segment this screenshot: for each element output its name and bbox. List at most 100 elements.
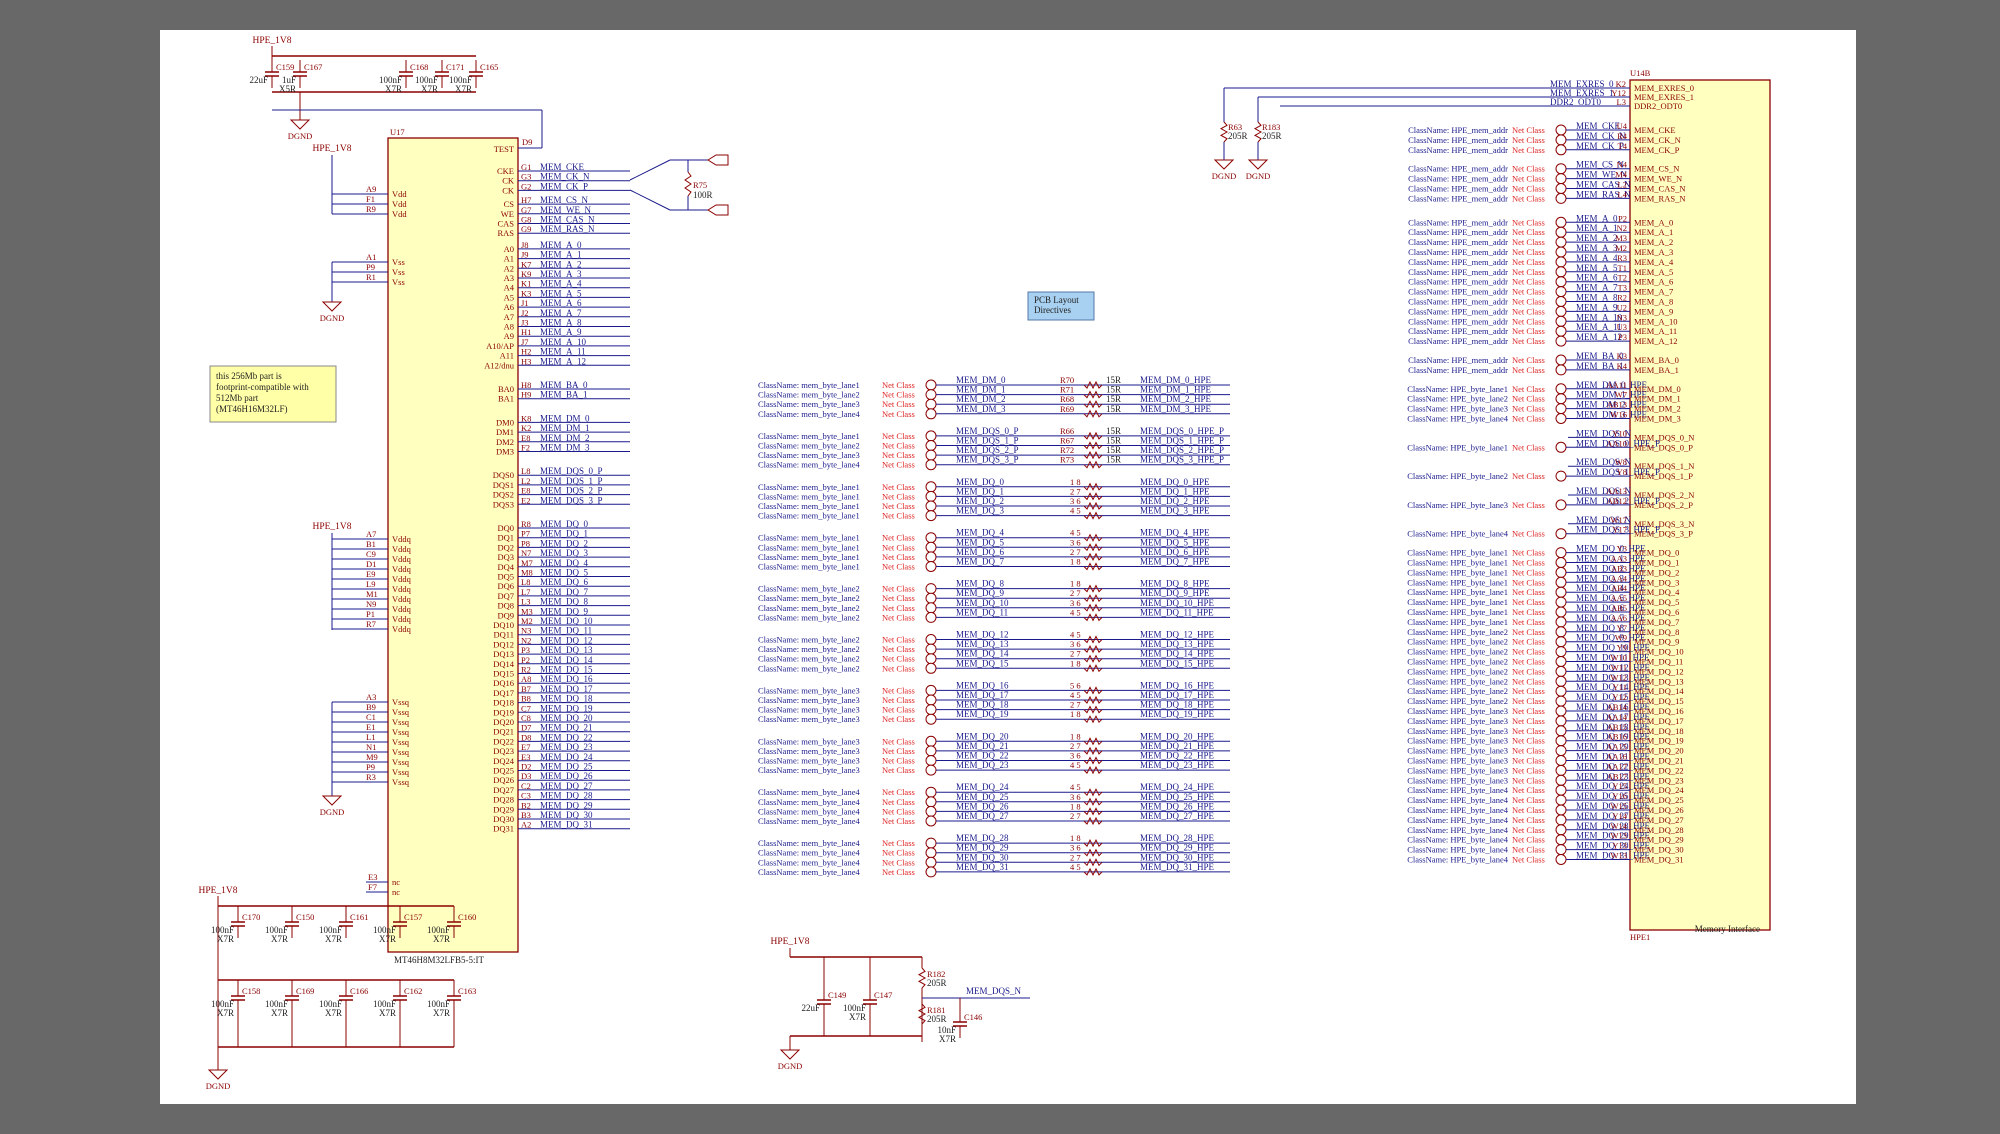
u14b-func: MEM_BA_1 <box>1634 365 1679 375</box>
u14b-net: MEM_A_9 <box>1576 302 1618 312</box>
mid-source-net: MEM_DQ_26 <box>956 801 1009 811</box>
u14b-func: MEM_A_4 <box>1634 257 1674 267</box>
u17-right-func: DQ0 <box>497 523 514 533</box>
u14b-net-class-flag <box>1555 305 1567 317</box>
u17-vssq-ball: C1 <box>366 712 376 722</box>
u17-right-func: CS <box>504 199 515 209</box>
u17-designator: U17 <box>390 127 405 137</box>
hpe-1v8-vdd-label: HPE_1V8 <box>312 144 351 154</box>
u17-right-func: DM3 <box>496 447 514 457</box>
mid-rn-pins: 1 8 <box>1070 801 1081 811</box>
mid-dest-net: MEM_DQ_30_HPE <box>1140 852 1215 862</box>
u17-nc-func: nc <box>392 887 400 897</box>
hpe-1v8-bot-label: HPE_1V8 <box>198 886 237 896</box>
top-cap-1-dielectric: X5R <box>279 84 296 94</box>
u14b-ball: AA17 <box>1606 761 1627 771</box>
u14b-net-class-flag <box>1555 266 1567 278</box>
u17-right-ball: L8 <box>521 577 530 587</box>
u14b-func: MEM_A_12 <box>1634 336 1677 346</box>
mid-dest-net: MEM_DQS_1_HPE_P <box>1140 436 1224 446</box>
u17-right-net: MEM_A_0 <box>540 240 582 250</box>
u17-right-net: MEM_A_1 <box>540 250 582 260</box>
mid-dest-net: MEM_DQ_13_HPE <box>1140 639 1215 649</box>
u14b-class-name: ClassName: HPE_mem_addr <box>1408 193 1508 203</box>
mid-source-net: MEM_DQS_3_P <box>956 455 1019 465</box>
mid-class-name: ClassName: mem_byte_lane4 <box>758 816 860 826</box>
u17-right-net: MEM_DQ_0 <box>540 519 589 529</box>
u17-right-func: BA0 <box>498 384 514 394</box>
u17-right-ball: N2 <box>521 635 531 645</box>
mid-dest-net: MEM_DQ_10_HPE <box>1140 598 1215 608</box>
u14b-ball: P3 <box>1618 332 1627 342</box>
u17-right-net: MEM_DQ_29 <box>540 800 593 810</box>
u17-nc-func: nc <box>392 877 400 887</box>
u14b-class-name: ClassName: HPE_byte_lane2 <box>1407 627 1508 637</box>
mid-rn-pins: 3 6 <box>1070 751 1081 761</box>
mid-net-class: Net Class <box>882 584 915 594</box>
u17-vssq-func: Vssq <box>392 777 410 787</box>
u14b-exres-ball: L3 <box>1617 97 1626 107</box>
mid-res-ref: R73 <box>1060 455 1074 465</box>
u17-right-func: CK <box>502 176 515 186</box>
u14b-exres-func: DDR2_ODT0 <box>1634 101 1682 111</box>
mid-dest-net: MEM_DQ_17_HPE <box>1140 690 1215 700</box>
u14b-net-class: Net Class <box>1512 607 1545 617</box>
u14b-func: MEM_A_6 <box>1634 277 1673 287</box>
mid-class-name: ClassName: mem_byte_lane4 <box>758 848 860 858</box>
u14b-func: MEM_CAS_N <box>1634 184 1685 194</box>
mid-dest-net: MEM_DQ_14_HPE <box>1140 649 1215 659</box>
r75-value: 100R <box>693 190 713 200</box>
mid-net-class: Net Class <box>882 797 915 807</box>
u14b-net-class: Net Class <box>1512 145 1545 155</box>
u14b-ball: T4 <box>1618 141 1628 151</box>
mid-source-net: MEM_DQ_13 <box>956 639 1009 649</box>
u17-right-func: DQ24 <box>493 756 515 766</box>
u14b-ball: Y7 <box>1617 623 1627 633</box>
mid-source-net: MEM_DQ_23 <box>956 760 1009 770</box>
u17-vssq-func: Vssq <box>392 707 410 717</box>
u17-right-func: CKE <box>497 166 514 176</box>
top-cap-0-value: 22uF <box>249 75 268 85</box>
bot-row1-cap-4-dielectric: X7R <box>433 934 450 944</box>
u14b-net-class: Net Class <box>1512 174 1545 184</box>
mid-net-class-flag <box>925 796 937 808</box>
u14b-func: MEM_CS_N <box>1634 164 1679 174</box>
u14b-ball: M2 <box>1615 243 1627 253</box>
u14b-class-name: ClassName: HPE_mem_addr <box>1408 287 1508 297</box>
u17-right-ball: E3 <box>521 752 530 762</box>
u14b-net-class: Net Class <box>1512 404 1545 414</box>
c146-ref: C146 <box>964 1012 982 1022</box>
mid-source-net: MEM_DQ_18 <box>956 700 1009 710</box>
u14b-func: MEM_WE_N <box>1634 174 1682 184</box>
mid-net-class-flag <box>925 805 937 817</box>
u14b-ball: AA16 <box>1606 752 1627 762</box>
u17-right-func: A12/dnu <box>484 360 515 370</box>
bot-row2-cap-3-ref: C162 <box>404 986 422 996</box>
mid-source-net: MEM_DQ_7 <box>956 557 1005 567</box>
u17-right-net: MEM_DQ_4 <box>540 558 589 568</box>
top-cap-4-dielectric: X7R <box>455 84 472 94</box>
u14b-net-class-flag <box>1555 596 1567 608</box>
u14b-net-class-flag <box>1555 646 1567 658</box>
u14b-ball: N2 <box>1617 223 1627 233</box>
u17-right-net: MEM_A_4 <box>540 279 582 289</box>
u17-vddq-ball: P1 <box>366 609 375 619</box>
u14b-class-name: ClassName: HPE_byte_lane3 <box>1407 746 1508 756</box>
u14b-ball: N3 <box>1617 312 1627 322</box>
mid-class-name: ClassName: mem_byte_lane2 <box>758 593 860 603</box>
mid-rn-pins: 1 8 <box>1070 579 1081 589</box>
mid-rn-pins: 3 6 <box>1070 792 1081 802</box>
u17-vssq-ball: E1 <box>366 722 375 732</box>
mid-source-net: MEM_DQ_31 <box>956 862 1009 872</box>
mid-source-net: MEM_DQ_29 <box>956 843 1009 853</box>
u14b-class-name: ClassName: HPE_byte_lane1 <box>1407 587 1508 597</box>
u14b-net-class-flag <box>1555 315 1567 327</box>
u17-test-func: TEST <box>494 144 515 154</box>
u14b-class-name: ClassName: HPE_byte_lane3 <box>1407 736 1508 746</box>
u14b-net: MEM_A_4 <box>1576 253 1618 263</box>
u17-right-func: DQ2 <box>497 542 514 552</box>
dgnd-bottom-symbol <box>207 1069 229 1080</box>
mid-net-class-flag <box>925 541 937 553</box>
mid-dest-net: MEM_DQ_12_HPE <box>1140 630 1215 640</box>
mid-source-net: MEM_DQ_5 <box>956 537 1005 547</box>
